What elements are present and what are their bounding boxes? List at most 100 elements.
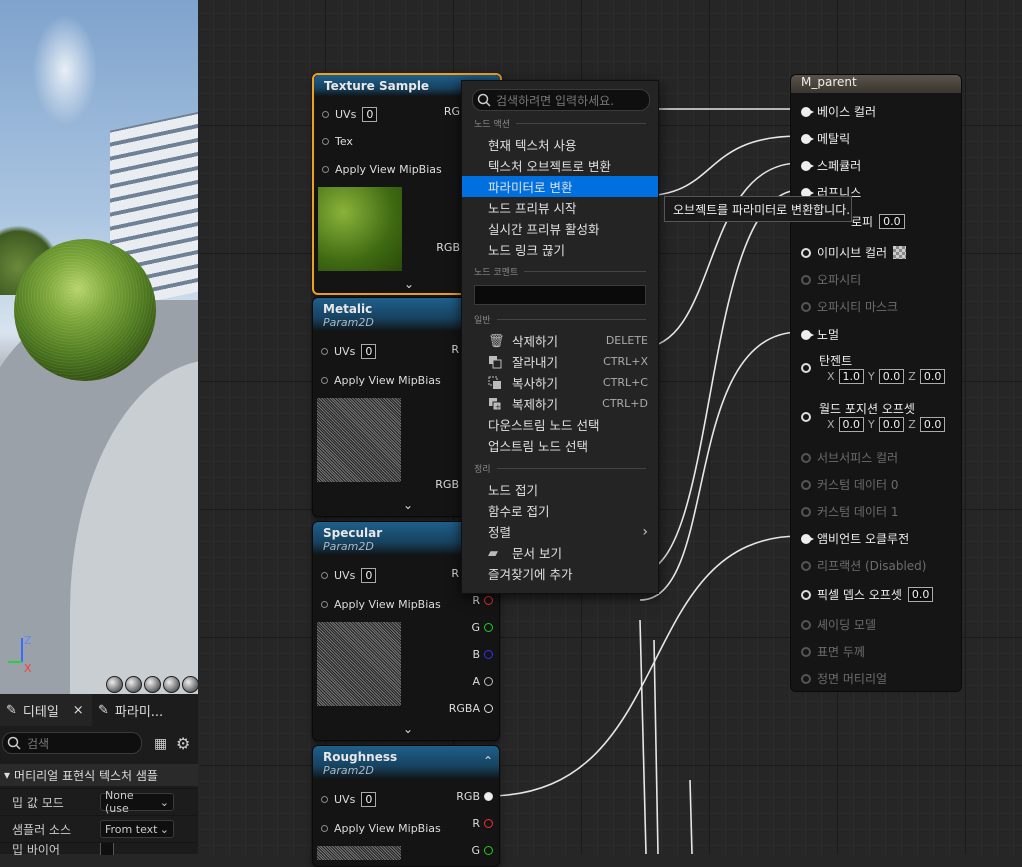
menu-item-convert-to-texture-object[interactable]: 텍스처 오브젝트로 변환 [462, 155, 658, 176]
menu-search-input[interactable]: 검색하려면 입력하세요. [472, 89, 650, 111]
node-comment-input[interactable] [474, 285, 646, 305]
details-search-input[interactable]: 검색 [2, 732, 142, 754]
tangent-z-field[interactable]: 0.0 [919, 369, 946, 384]
input-emissive-color[interactable]: 이미시브 컬러 [801, 244, 907, 261]
menu-item-alignment[interactable]: 정렬 › [462, 521, 658, 542]
pin-label: G [471, 621, 480, 634]
expand-chevron-icon[interactable]: ⌄ [404, 277, 414, 291]
uvs-value-field[interactable]: 0 [361, 344, 377, 359]
section-organize: 정리 [474, 462, 646, 475]
output-g[interactable]: G [471, 621, 493, 634]
menu-item-start-node-preview[interactable]: 노드 프리뷰 시작 [462, 197, 658, 218]
expand-chevron-icon[interactable]: ⌄ [403, 498, 413, 512]
input-ambient-occlusion[interactable]: 앰비언트 오클루전 [801, 530, 909, 547]
output-r-top[interactable]: R [451, 567, 459, 580]
input-tangent[interactable] [801, 363, 811, 373]
output-r[interactable]: R [472, 594, 493, 607]
uvs-value-field[interactable]: 0 [361, 568, 377, 583]
input-metallic[interactable]: 메탈릭 [801, 130, 850, 147]
pin-uvs[interactable]: UVs 0 [321, 568, 377, 583]
output-r-top[interactable]: R [451, 343, 459, 356]
pin-tex[interactable]: Tex [322, 135, 353, 148]
menu-item-add-to-favorites[interactable]: 즐겨찾기에 추가 [462, 563, 658, 584]
color-swatch[interactable] [893, 246, 907, 259]
pin-apply-view-mipbias[interactable]: Apply View MipBias [321, 598, 441, 611]
menu-item-copy[interactable]: 복사하기 CTRL+C [462, 372, 658, 393]
material-preview-viewport[interactable]: Z X [0, 0, 198, 694]
section-header[interactable]: ▾ 머티리얼 표현식 텍스처 샘플 [0, 764, 198, 786]
pin-label: RGBA [448, 702, 480, 715]
pin-apply-view-mipbias[interactable]: Apply View MipBias [321, 822, 441, 835]
plane-shape-icon[interactable] [144, 676, 161, 693]
menu-item-use-current-texture[interactable]: 현재 텍스처 사용 [462, 134, 658, 155]
mip-value-mode-dropdown[interactable]: None (use ⌄ [100, 789, 174, 815]
cube-shape-icon[interactable] [163, 676, 180, 693]
uvs-value-field[interactable]: 0 [362, 107, 378, 122]
pin-apply-view-mipbias[interactable]: Apply View MipBias [322, 163, 442, 176]
menu-item-enable-realtime-preview[interactable]: 실시간 프리뷰 활성화 [462, 218, 658, 239]
wpo-x-field[interactable]: 0.0 [838, 417, 865, 432]
sphere-shape-icon[interactable] [125, 676, 142, 693]
menu-item-duplicate[interactable]: + 복제하기 CTRL+D [462, 393, 658, 414]
output-rgb-top[interactable]: RG [444, 105, 460, 118]
node-header[interactable]: M_parent [791, 75, 961, 93]
output-a[interactable]: A [472, 675, 493, 688]
menu-item-select-upstream[interactable]: 업스트림 노드 선택 [462, 435, 658, 456]
input-normal[interactable]: 노멀 [801, 326, 839, 343]
section-node-actions: 노드 액션 [474, 117, 646, 130]
output-rgb[interactable]: RGB [456, 790, 493, 803]
wpo-y-field[interactable]: 0.0 [878, 417, 905, 432]
menu-item-break-node-links[interactable]: 노드 링크 끊기 [462, 239, 658, 260]
wpo-vector-fields: X 0.0 Y 0.0 Z 0.0 [827, 417, 946, 432]
open-pin-icon [801, 247, 811, 258]
input-world-position-offset[interactable] [801, 412, 811, 422]
pin-uvs[interactable]: UVs 0 [321, 792, 377, 807]
mip-bias-checkbox[interactable] [100, 843, 114, 855]
close-icon[interactable]: × [73, 703, 84, 718]
input-pixel-depth-offset[interactable]: 픽셀 뎁스 오프셋 0.0 [801, 586, 934, 603]
tangent-y-field[interactable]: 0.0 [878, 369, 905, 384]
settings-gear-icon[interactable]: ⚙ [176, 734, 190, 753]
node-material-result[interactable]: M_parent 베이스 컬러 메탈릭 스페큘러 러프니스 로피 0.0 이미시브… [790, 74, 962, 692]
sampler-source-dropdown[interactable]: From text ⌄ [100, 820, 174, 838]
menu-item-delete[interactable]: 🗑 삭제하기 DELETE [462, 330, 658, 351]
output-r[interactable]: R [472, 817, 493, 830]
tab-parameters[interactable]: ✎ 파라미... [92, 694, 204, 726]
output-rgba[interactable]: RGBA [449, 702, 493, 715]
sky-clouds [30, 10, 100, 130]
wpo-z-field[interactable]: 0.0 [919, 417, 946, 432]
input-anisotropy[interactable]: 로피 0.0 [851, 213, 905, 230]
output-b[interactable]: B [472, 648, 493, 661]
input-base-color[interactable]: 베이스 컬러 [801, 103, 876, 120]
cut-icon [489, 355, 502, 368]
node-roughness[interactable]: Roughness Param2D ⌃ UVs 0 Apply View MipB… [312, 745, 500, 867]
menu-item-cut[interactable]: 잘라내기 CTRL+X [462, 351, 658, 372]
pixel-depth-offset-field[interactable]: 0.0 [907, 587, 934, 602]
cylinder-shape-icon[interactable] [106, 676, 123, 693]
mesh-shape-icon[interactable] [182, 676, 198, 693]
menu-item-label: 실시간 프리뷰 활성화 [488, 222, 600, 237]
menu-item-collapse-nodes[interactable]: 노드 접기 [462, 479, 658, 500]
pin-uvs[interactable]: UVs 0 [322, 107, 378, 122]
menu-item-view-documentation[interactable]: ▰ 문서 보기 [462, 542, 658, 563]
output-g[interactable]: G [471, 844, 493, 857]
tab-details[interactable]: ✎ 디테일 × [0, 694, 92, 726]
expand-chevron-icon[interactable]: ⌄ [403, 722, 413, 736]
menu-item-convert-to-parameter[interactable]: 파라미터로 변환 [462, 176, 658, 197]
node-header[interactable]: Roughness Param2D ⌃ [313, 746, 499, 780]
pin-label: RGB [435, 478, 459, 491]
tangent-x-field[interactable]: 1.0 [838, 369, 865, 384]
uvs-value-field[interactable]: 0 [361, 792, 377, 807]
pin-apply-view-mipbias[interactable]: Apply View MipBias [321, 374, 441, 387]
table-view-icon[interactable]: ▦ [154, 736, 167, 752]
output-rgb[interactable]: RGB [435, 478, 459, 491]
menu-item-collapse-to-function[interactable]: 함수로 접기 [462, 500, 658, 521]
output-rgb[interactable]: RGB [436, 241, 460, 254]
pin-uvs[interactable]: UVs 0 [321, 344, 377, 359]
texture-preview-noise [317, 846, 401, 860]
anisotropy-value-field[interactable]: 0.0 [879, 214, 905, 229]
input-specular[interactable]: 스페큘러 [801, 157, 861, 174]
collapse-chevron-icon[interactable]: ⌃ [483, 754, 493, 768]
menu-item-select-downstream[interactable]: 다운스트림 노드 선택 [462, 414, 658, 435]
axis-y-label: Y [868, 370, 875, 383]
